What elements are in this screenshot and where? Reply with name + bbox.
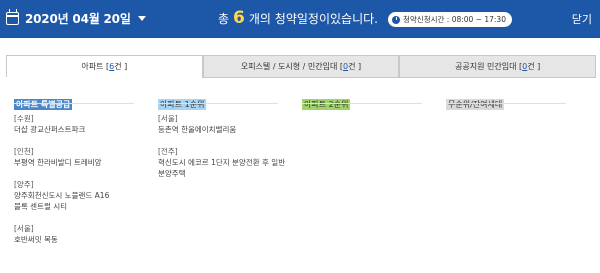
clock-icon: [392, 15, 400, 24]
list-item[interactable]: [수원] 더샵 광교산퍼스트파크: [14, 113, 144, 135]
tab-apartment-label: 아파트 [: [81, 62, 110, 71]
close-button[interactable]: 닫기: [572, 11, 592, 27]
column-header: 아파트 2순위: [302, 92, 432, 110]
column-first-priority: 아파트 1순위 [서울] 등촌역 한울에이치밸리움 [전주] 혁신도시 에코르 …: [158, 92, 288, 190]
item-name: 양주회천신도시 노블랜드 A16블록 센트럴 시티: [14, 191, 110, 211]
item-region: [서울]: [158, 114, 178, 123]
item-name: 더샵 광교산퍼스트파크: [14, 125, 86, 134]
column-heading: 아파트 1순위: [158, 99, 207, 110]
column-header: 아파트 1순위: [158, 92, 288, 110]
summary-suffix: 개의 청약일정이있습니다.: [248, 12, 378, 26]
list-item[interactable]: [전주] 혁신도시 에코르 1단지 분양전환 후 일반분양주택: [158, 146, 288, 179]
column-header: 아파트 특별공급: [14, 92, 144, 110]
tab-officetel-label: 오피스텔 / 도시형 / 민간임대 [: [240, 62, 344, 71]
summary-prefix: 총: [218, 12, 230, 26]
item-region: [인천]: [14, 147, 34, 156]
column-remaining-units: 무순위/잔여세대: [446, 92, 576, 113]
column-heading: 아파트 특별공급: [14, 99, 73, 110]
top-bar: 2020년 04월 20일 총 6 개의 청약일정이있습니다. 청약신청시간 :…: [0, 0, 600, 38]
date-selector[interactable]: 2020년 04월 20일: [6, 9, 146, 27]
item-region: [서울]: [14, 224, 34, 233]
list-item[interactable]: [양주] 양주회천신도시 노블랜드 A16블록 센트럴 시티: [14, 179, 114, 212]
column-second-priority: 아파트 2순위: [302, 92, 432, 113]
item-name: 혁신도시 에코르 1단지 분양전환 후 일반분양주택: [158, 158, 286, 178]
schedule-summary: 총 6 개의 청약일정이있습니다.: [218, 8, 378, 28]
tab-public-rental-label: 공공지원 민간임대 [: [455, 62, 523, 71]
list-item[interactable]: [서울] 호반써밋 목동: [14, 223, 144, 245]
tab-divider: [6, 77, 596, 78]
item-name: 부평역 한라비발디 트레비앙: [14, 158, 102, 167]
item-name: 호반써밋 목동: [14, 235, 58, 244]
item-region: [양주]: [14, 180, 34, 189]
tab-apartment[interactable]: 아파트 [ 6 건 ]: [6, 55, 203, 78]
column-divider: [158, 103, 278, 104]
application-hours-text: 청약신청시간 : 08:00 ~ 17:30: [403, 15, 506, 24]
list-item[interactable]: [인천] 부평역 한라비발디 트레비앙: [14, 146, 144, 168]
tab-officetel[interactable]: 오피스텔 / 도시형 / 민간임대 [ 0 건 ]: [202, 55, 400, 78]
column-divider: [14, 103, 134, 104]
list-item[interactable]: [서울] 등촌역 한울에이치밸리움: [158, 113, 288, 135]
column-divider: [446, 103, 566, 104]
column-header: 무순위/잔여세대: [446, 92, 576, 110]
application-hours-badge: 청약신청시간 : 08:00 ~ 17:30: [388, 12, 512, 27]
schedule-count: 6: [233, 8, 245, 28]
date-label: 2020년 04월 20일: [25, 12, 131, 26]
tab-public-rental-unit: 건 ]: [527, 62, 541, 71]
tab-public-rental[interactable]: 공공지원 민간임대 [ 0 건 ]: [399, 55, 597, 78]
column-heading: 무순위/잔여세대: [446, 99, 505, 110]
tab-apartment-unit: 건 ]: [114, 62, 128, 71]
item-region: [수원]: [14, 114, 34, 123]
column-special-supply: 아파트 특별공급 [수원] 더샵 광교산퍼스트파크 [인천] 부평역 한라비발디…: [14, 92, 144, 256]
item-name: 등촌역 한울에이치밸리움: [158, 125, 237, 134]
calendar-icon: [6, 9, 19, 25]
column-divider: [302, 103, 422, 104]
chevron-down-icon: [137, 16, 146, 21]
tab-bar: 아파트 [ 6 건 ] 오피스텔 / 도시형 / 민간임대 [ 0 건 ] 공공…: [6, 55, 597, 78]
item-region: [전주]: [158, 147, 178, 156]
column-heading: 아파트 2순위: [302, 99, 351, 110]
tab-officetel-unit: 건 ]: [348, 62, 362, 71]
